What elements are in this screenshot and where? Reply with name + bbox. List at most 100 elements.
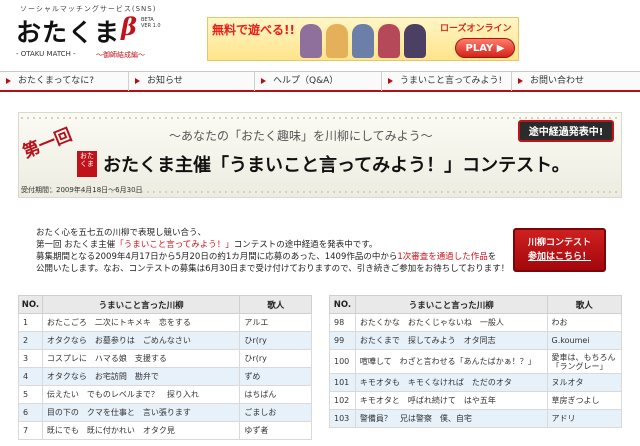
cell-senryu: 既にでも 既に付かれい オタク見 [41,421,241,440]
cell-no: 2 [18,331,43,350]
banner-play-button[interactable]: PLAY ▶ [455,38,515,58]
cell-author: わお [546,313,623,332]
col-header-no: NO. [18,295,43,314]
cell-no: 99 [329,331,356,350]
banner-character-2 [326,24,348,58]
banner-character-1 [300,24,322,58]
cell-no: 3 [18,349,43,368]
cell-senryu: 警備員？ 兄は警察 僕、自宅 [354,409,548,428]
col-header-senryu: うまいこと言った川柳 [354,295,548,314]
intro-contest-name: 「うまいこと言ってみよう！」 [115,240,234,250]
cell-author: ゆず者 [239,421,312,440]
logo-subtitle: - OTAKU MATCH - [16,50,76,58]
banner-character-4 [378,24,400,58]
cta-line-2: 参加はこちら！ [527,252,591,262]
hero-edition-mark: 第一回 [20,124,75,163]
interim-results-badge: 途中経過発表中! [518,120,614,142]
intro-line-4: 公開いたします。なお、コンテストの募集は6月30日まで受け付けておりますので、引… [36,264,510,274]
nav-item-news[interactable]: お知らせ [129,72,255,91]
cell-senryu: キモオタも キモくなければ ただのオタ [354,373,548,392]
cell-no: 4 [18,367,43,386]
banner-brand: ローズオンライン [440,24,512,34]
logo-beta-mark: β [121,12,137,41]
intro-passed-works: 1次審査を通過した作品 [397,252,488,262]
cell-author: G.koumei [546,331,623,350]
site-header: ソーシャルマッチングサービス(SNS) おたくま β BETA VER 1.0 … [0,0,640,70]
cell-senryu: コスプレに ハマる娘 支援する [41,349,241,368]
cell-senryu: おたくまで 探してみよう オタ同志 [354,331,548,350]
cell-author: ひr(ry [239,331,312,350]
ad-banner[interactable]: 無料で遊べる!! ローズオンライン PLAY ▶ [207,17,519,61]
intro-line-2-b: コンテストの途中経過を発表中です。 [233,240,378,250]
cell-no: 101 [329,373,356,392]
cell-author: ひr(ry [239,349,312,368]
cell-author: 愛車は、もちろん「ラングレー」 [546,349,623,374]
cell-senryu: 喧嘩して わざと言わせる「あんたばかぁ！？」 [354,349,548,374]
results-table-left: NO. うまいこと言った川柳 歌人 1 おたこごろ 二次にトキメキ 恋をする アルエ… [18,295,312,440]
table-header-row: NO. うまいこと言った川柳 歌人 [329,295,623,314]
contest-intro: おたく心を五七五の川柳で表現し競い合う、 第一回 おたくま主催「うまいこと言って… [36,227,510,275]
table-row: 100 喧嘩して わざと言わせる「あんたばかぁ！？」 愛車は、もちろん「ラングレー」 [329,349,623,374]
cell-author: アルエ [239,313,312,332]
cell-no: 7 [18,421,43,440]
intro-line-3-b: を [487,252,497,262]
table-row: 101 キモオタも キモくなければ ただのオタ ヌルオタ [329,373,623,392]
cell-senryu: 伝えたい でものレベルまで？ 探り入れ [41,385,241,404]
nav-item-about[interactable]: おたくまってなに? [0,72,129,91]
cell-author: 草房ぎつよし [546,391,623,410]
table-header-row: NO. うまいこと言った川柳 歌人 [18,295,312,314]
col-header-author: 歌人 [546,295,623,314]
cell-author: アドリ [546,409,623,428]
hero-seal: おたくま [77,151,97,177]
cell-no: 6 [18,403,43,422]
table-row: 3 コスプレに ハマる娘 支援する ひr(ry [18,349,312,368]
cell-no: 1 [18,313,43,332]
cell-author: ヌルオタ [546,373,623,392]
table-row: 6 目の下の クマを仕事と 言い張ります ごましお [18,403,312,422]
hero-lead: 〜あなたの「おたく趣味」を川柳にしてみよう〜 [169,129,433,143]
cell-no: 102 [329,391,356,410]
nav-item-help[interactable]: ヘルプ（Q&A） [255,72,382,91]
table-row: 5 伝えたい でものレベルまで？ 探り入れ はちばん [18,385,312,404]
site-logo[interactable]: ソーシャルマッチングサービス(SNS) おたくま β BETA VER 1.0 … [10,4,165,66]
table-row: 1 おたこごろ 二次にトキメキ 恋をする アルエ [18,313,312,332]
page: ソーシャルマッチングサービス(SNS) おたくま β BETA VER 1.0 … [0,0,640,446]
cell-author: ごましお [239,403,312,422]
cell-senryu: オタクなら お墓参りは ごめんなさい [41,331,241,350]
cell-senryu: おたこごろ 二次にトキメキ 恋をする [41,313,241,332]
logo-wordmark: おたくま [16,18,121,47]
banner-character-5 [404,24,426,58]
cell-senryu: おたくかな おたくじゃないね 一般人 [354,313,548,332]
cell-no: 103 [329,409,356,428]
cell-no: 98 [329,313,356,332]
hero-title: おたくま主催「うまいこと言ってみよう！」コンテスト。 [103,155,570,176]
intro-line-1: おたく心を五七五の川柳で表現し競い合う、 [36,228,207,238]
intro-line-3: 募集期間となる2009年4月17日から5月20日の約1カ月間に応募のあった、14… [36,251,506,263]
cell-no: 5 [18,385,43,404]
table-row: 98 おたくかな おたくじゃないね 一般人 わお [329,313,623,332]
table-row: 7 既にでも 既に付かれい オタク見 ゆず者 [18,421,312,440]
intro-line-3-a: 募集期間となる2009年4月17日から5月20日の約1カ月間に応募のあった、14… [36,252,398,262]
results-table-right: NO. うまいこと言った川柳 歌人 98 おたくかな おたくじゃないね 一般人 わお… [329,295,623,428]
col-header-no: NO. [329,295,356,314]
cell-author: ずめ [239,367,312,386]
cell-senryu: オタクなら お宅訪問 勘弁で [41,367,241,386]
join-contest-button[interactable]: 川柳コンテスト 参加はこちら！ [513,228,606,272]
table-row: 103 警備員？ 兄は警察 僕、自宅 アドリ [329,409,623,428]
table-row: 99 おたくまで 探してみよう オタ同志 G.koumei [329,331,623,350]
table-row: 102 キモオタと 呼ばれ続けて はや五年 草房ぎつよし [329,391,623,410]
hero-period: 受付期間：2009年4月18日〜6月30日 [21,186,143,194]
contest-hero-banner: 〜あなたの「おたく趣味」を川柳にしてみよう〜 第一回 おたくま おたくま主催「う… [18,112,622,198]
nav-item-contact[interactable]: お問い合わせ [512,72,640,91]
cell-author: はちばん [239,385,312,404]
col-header-senryu: うまいこと言った川柳 [41,295,241,314]
intro-line-2: 第一回 おたくま主催「うまいこと言ってみよう！」コンテストの途中経過を発表中です… [36,239,506,251]
intro-line-2-a: 第一回 おたくま主催 [36,240,116,250]
banner-character-3 [352,24,374,58]
logo-version: BETA VER 1.0 [141,17,161,29]
table-row: 2 オタクなら お墓参りは ごめんなさい ひr(ry [18,331,312,350]
logo-edition: 〜御師結成編〜 [96,51,145,59]
nav-item-contest[interactable]: うまいこと言ってみよう! [382,72,512,91]
cell-no: 100 [329,349,356,374]
table-row: 4 オタクなら お宅訪問 勘弁で ずめ [18,367,312,386]
